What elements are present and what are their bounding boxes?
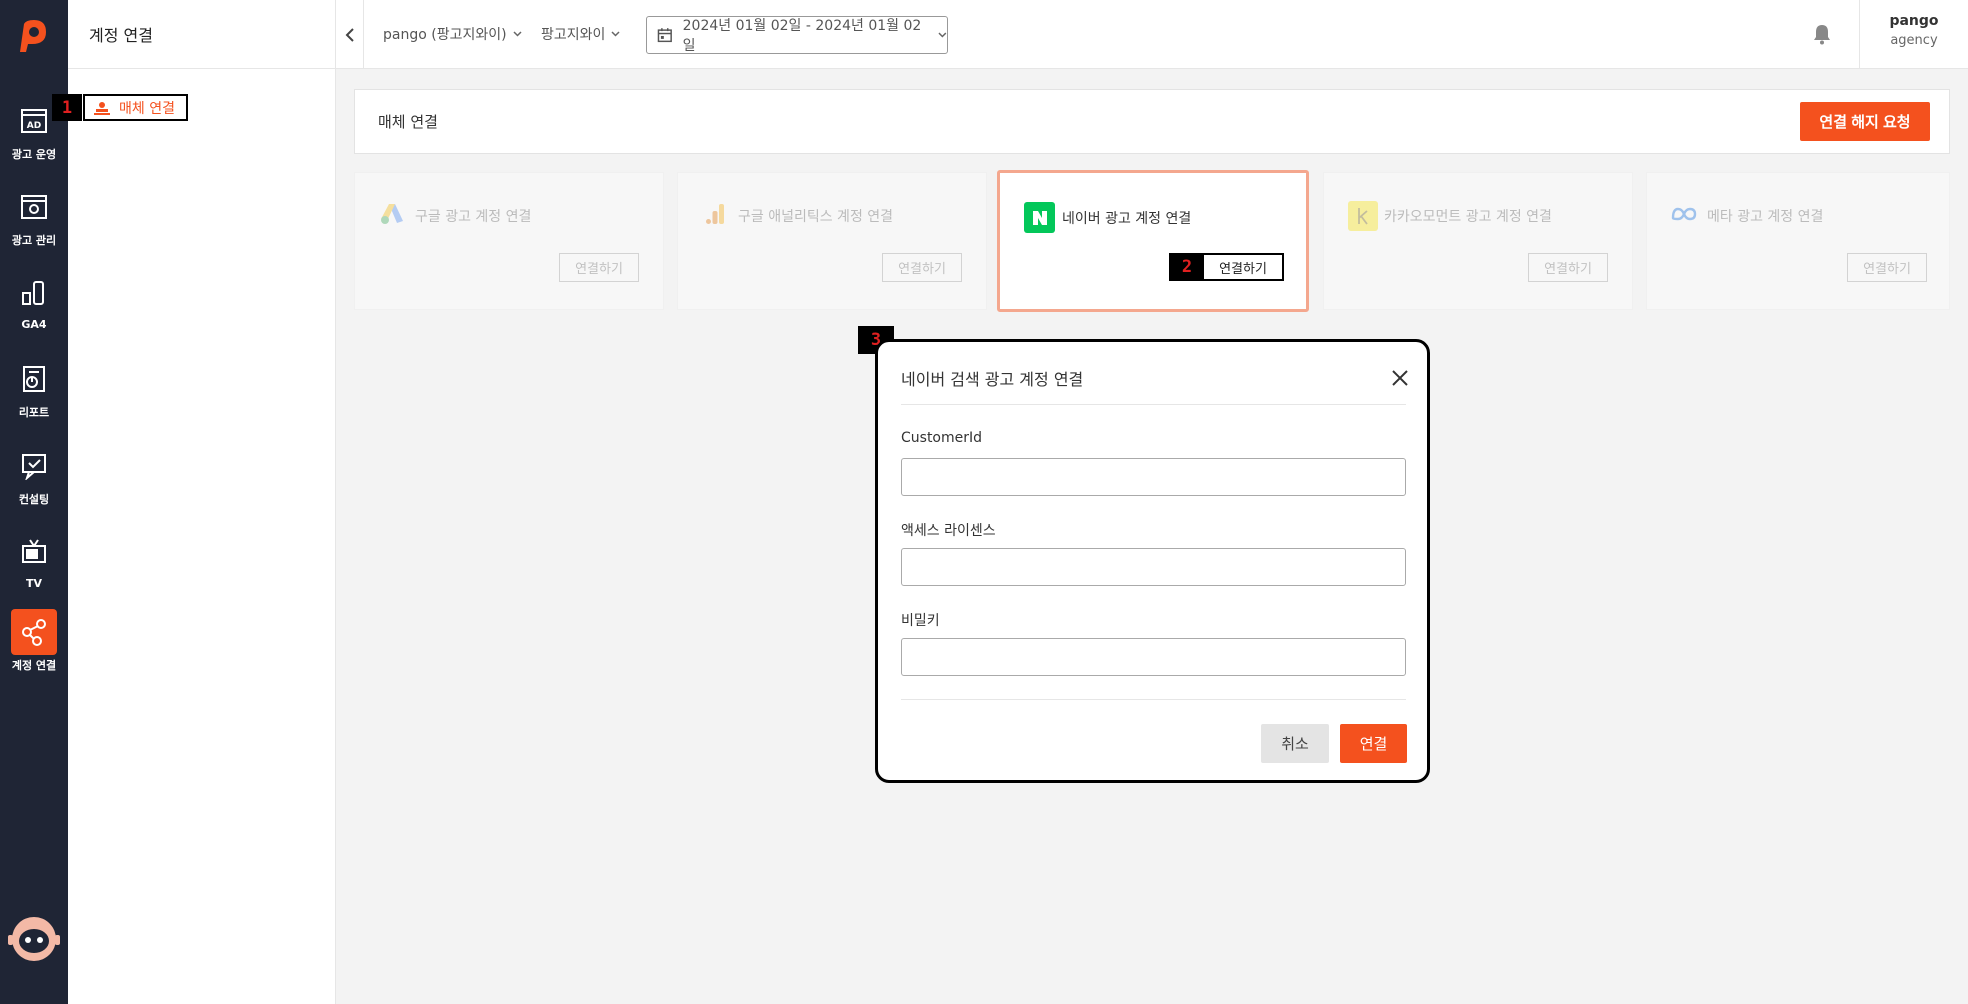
naver-connect-modal: 네이버 검색 광고 계정 연결 CustomerId 액세스 라이센스 비밀키 … <box>875 339 1430 783</box>
brand-select-value: 팡고지와이 <box>541 27 606 43</box>
divider <box>68 68 336 69</box>
media-card-label: 메타 광고 계정 연결 <box>1707 209 1824 225</box>
collapse-sidebar-button[interactable] <box>336 0 364 69</box>
rail-item-report[interactable]: 리포트 <box>0 356 68 436</box>
chevron-down-icon <box>938 32 947 38</box>
media-card-meta: 메타 광고 계정 연결 연결하기 <box>1646 172 1950 310</box>
rail-item-ga4[interactable]: GA4 <box>0 270 68 350</box>
account-select[interactable]: pango (팡고지와이) <box>383 24 522 44</box>
close-icon[interactable] <box>1390 368 1410 388</box>
connect-button[interactable]: 연결하기 <box>1847 253 1927 282</box>
chatbot-icon[interactable] <box>6 913 62 963</box>
kakao-moment-icon <box>1348 201 1378 231</box>
rail-label: 리포트 <box>18 406 50 419</box>
disconnect-request-button[interactable]: 연결 해지 요청 <box>1800 102 1930 141</box>
connect-button[interactable]: 연결하기 <box>1202 253 1284 281</box>
rail-item-tv[interactable]: TV <box>0 529 68 609</box>
calendar-icon <box>657 28 672 43</box>
side-panel: 계정 연결 1 매체 연결 <box>52 0 336 1004</box>
media-card-naver: 네이버 광고 계정 연결 2 연결하기 <box>997 170 1309 312</box>
media-card-label: 네이버 광고 계정 연결 <box>1062 211 1192 227</box>
cancel-button[interactable]: 취소 <box>1261 724 1329 763</box>
sidebar-item-label: 매체 연결 <box>119 100 175 117</box>
account-link-icon <box>11 609 57 655</box>
divider <box>901 699 1406 700</box>
google-analytics-icon <box>702 201 728 227</box>
google-ads-icon <box>379 201 405 227</box>
connect-button[interactable]: 연결하기 <box>1528 253 1608 282</box>
account-select-value: pango (팡고지와이) <box>383 27 507 43</box>
svg-text:AD: AD <box>27 121 41 131</box>
date-range-value: 2024년 01월 02일 - 2024년 01월 02일 <box>682 18 922 54</box>
rail-label: 계정 연결 <box>11 659 57 672</box>
bell-icon[interactable] <box>1810 22 1834 46</box>
page-title: 매체 연결 <box>378 113 438 131</box>
step-marker: 1 <box>52 94 82 121</box>
connect-button[interactable]: 연결하기 <box>559 253 639 282</box>
tv-icon <box>11 529 57 575</box>
rail-item-ad-management[interactable]: 광고 관리 <box>0 184 68 264</box>
connect-submit-button[interactable]: 연결 <box>1340 724 1407 763</box>
rail-label: 광고 운영 <box>11 148 57 161</box>
icon-rail: AD 광고 운영 광고 관리 GA4 리포트 컨설팅 TV 계정 연결 <box>0 0 68 1004</box>
rail-label: 컨설팅 <box>18 493 50 506</box>
chevron-down-icon <box>611 31 620 37</box>
report-icon <box>11 356 57 402</box>
access-license-field[interactable] <box>901 548 1406 586</box>
user-name: pango <box>1889 13 1939 29</box>
media-card-kakao-moment: 카카오모먼트 광고 계정 연결 연결하기 <box>1323 172 1633 310</box>
secret-key-label: 비밀키 <box>901 613 940 629</box>
chevron-left-icon <box>345 27 354 42</box>
pango-logo-icon[interactable] <box>14 18 50 54</box>
secret-key-field[interactable] <box>901 638 1406 676</box>
modal-title: 네이버 검색 광고 계정 연결 <box>901 370 1084 389</box>
ad-icon: AD <box>11 98 57 144</box>
side-panel-title: 계정 연결 <box>89 26 153 45</box>
sidebar-item-media-link[interactable]: 매체 연결 <box>83 94 188 121</box>
ga4-icon <box>11 270 57 316</box>
divider <box>901 404 1406 405</box>
naver-icon <box>1024 202 1055 233</box>
media-card-google-analytics: 구글 애널리틱스 계정 연결 연결하기 <box>677 172 987 310</box>
chevron-down-icon <box>513 31 522 37</box>
access-license-label: 액세스 라이센스 <box>901 523 996 539</box>
customer-id-label: CustomerId <box>901 430 983 446</box>
rail-label: 광고 관리 <box>11 234 57 247</box>
step-marker: 2 <box>1169 253 1205 281</box>
page-header: 매체 연결 연결 해지 요청 <box>354 89 1950 154</box>
media-card-label: 카카오모먼트 광고 계정 연결 <box>1384 209 1552 225</box>
media-card-label: 구글 애널리틱스 계정 연결 <box>738 209 894 225</box>
top-bar: pango (팡고지와이) 팡고지와이 2024년 01월 02일 - 2024… <box>336 0 1968 69</box>
media-card-label: 구글 광고 계정 연결 <box>415 209 532 225</box>
user-role: agency <box>1890 33 1938 48</box>
connect-button[interactable]: 연결하기 <box>882 253 962 282</box>
meta-icon <box>1671 201 1697 227</box>
customer-id-field[interactable] <box>901 458 1406 496</box>
brand-select[interactable]: 팡고지와이 <box>541 24 620 44</box>
rail-item-account-link[interactable]: 계정 연결 <box>0 609 68 689</box>
rail-item-consulting[interactable]: 컨설팅 <box>0 443 68 523</box>
user-menu[interactable]: pango agency <box>1859 0 1968 69</box>
date-range-picker[interactable]: 2024년 01월 02일 - 2024년 01월 02일 <box>646 16 948 54</box>
rail-label: GA4 <box>21 318 47 331</box>
media-link-icon <box>94 101 110 115</box>
consulting-icon <box>11 443 57 489</box>
rail-label: TV <box>25 577 43 590</box>
media-card-google-ads: 구글 광고 계정 연결 연결하기 <box>354 172 664 310</box>
ad-settings-icon <box>11 184 57 230</box>
